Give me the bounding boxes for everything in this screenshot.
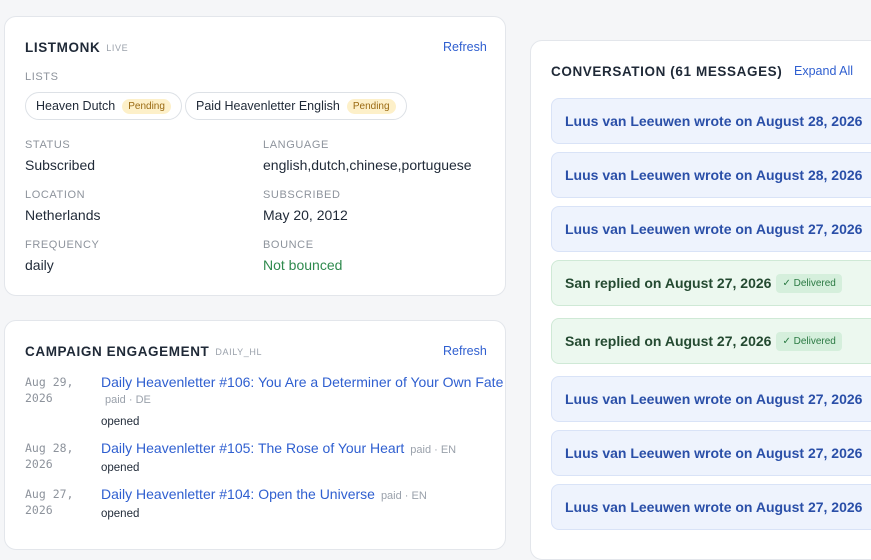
conversation-card: CONVERSATION (61 MESSAGES) Expand All Lu… xyxy=(530,40,871,560)
engagement-date-line: 2026 xyxy=(25,457,53,471)
engagement-row: Aug 28, 2026 Daily Heavenletter #105: Th… xyxy=(5,440,525,486)
message-header: Luus van Leeuwen wrote on August 27, 202… xyxy=(565,391,863,407)
listmonk-card: LISTMONK LIVE Refresh LISTS Heaven Dutch … xyxy=(4,16,506,296)
message-item[interactable]: Luus van Leeuwen wrote on August 28, 202… xyxy=(551,98,871,144)
message-header: Luus van Leeuwen wrote on August 28, 202… xyxy=(565,167,863,183)
list-chip-heaven-dutch[interactable]: Heaven Dutch Pending xyxy=(25,92,182,120)
campaign-engagement-card: CAMPAIGN ENGAGEMENT DAILY_HL Refresh Aug … xyxy=(4,320,506,550)
message-item[interactable]: Luus van Leeuwen wrote on August 27, 202… xyxy=(551,484,871,530)
expand-all-button[interactable]: Expand All xyxy=(794,64,853,78)
pending-badge: Pending xyxy=(346,98,396,114)
daily-hl-tag: DAILY_HL xyxy=(215,347,263,357)
engagement-date: Aug 28, 2026 xyxy=(25,440,95,472)
message-item[interactable]: Luus van Leeuwen wrote on August 27, 202… xyxy=(551,430,871,476)
engagement-date-line: 2026 xyxy=(25,391,53,405)
listmonk-title-text: LISTMONK xyxy=(25,40,101,55)
message-item[interactable]: Luus van Leeuwen wrote on August 28, 202… xyxy=(551,152,871,198)
lists-label: LISTS xyxy=(25,71,59,83)
subscribed-value: May 20, 2012 xyxy=(263,207,348,223)
listmonk-title: LISTMONK LIVE xyxy=(25,40,128,55)
campaign-meta: paid · DE xyxy=(105,394,151,406)
status-label: STATUS xyxy=(25,139,71,151)
campaign-link[interactable]: Daily Heavenletter #104: Open the Univer… xyxy=(101,486,375,502)
engagement-status: opened xyxy=(101,416,140,428)
bounce-value: Not bounced xyxy=(263,257,343,273)
listmonk-refresh-button[interactable]: Refresh xyxy=(443,40,487,54)
engagement-status: opened xyxy=(101,508,140,520)
engagement-date-line: Aug 29, xyxy=(25,375,74,389)
engagement-date: Aug 27, 2026 xyxy=(25,486,95,518)
campaign-link-row: Daily Heavenletter #104: Open the Univer… xyxy=(101,486,427,502)
campaign-link[interactable]: Daily Heavenletter #105: The Rose of You… xyxy=(101,440,404,456)
engagement-refresh-button[interactable]: Refresh xyxy=(443,344,487,358)
list-chip-paid-heavenletter-english[interactable]: Paid Heavenletter English Pending xyxy=(185,92,407,120)
location-value: Netherlands xyxy=(25,207,101,223)
engagement-date-line: Aug 28, xyxy=(25,441,74,455)
bounce-label: BOUNCE xyxy=(263,239,314,251)
delivered-badge: ✓ Delivered xyxy=(776,273,842,293)
engagement-date-line: Aug 27, xyxy=(25,487,74,501)
message-header: Luus van Leeuwen wrote on August 27, 202… xyxy=(565,499,863,515)
campaign-meta: paid · EN xyxy=(380,490,427,502)
frequency-value: daily xyxy=(25,257,54,273)
list-chip-label: Heaven Dutch xyxy=(36,99,116,113)
campaign-link[interactable]: Daily Heavenletter #106: You Are a Deter… xyxy=(101,374,503,390)
language-value: english,dutch,chinese,portuguese xyxy=(263,157,472,173)
engagement-row: Aug 29, 2026 Daily Heavenletter #106: Yo… xyxy=(5,374,525,428)
engagement-date: Aug 29, 2026 xyxy=(25,374,95,406)
frequency-label: FREQUENCY xyxy=(25,239,100,251)
subscribed-label: SUBSCRIBED xyxy=(263,189,341,201)
reply-item[interactable]: San replied on August 27, 2026 ✓ Deliver… xyxy=(551,318,871,364)
reply-item[interactable]: San replied on August 27, 2026 ✓ Deliver… xyxy=(551,260,871,306)
engagement-title-text: CAMPAIGN ENGAGEMENT xyxy=(25,344,210,359)
reply-header: San replied on August 27, 2026 xyxy=(565,275,772,291)
engagement-date-line: 2026 xyxy=(25,503,53,517)
engagement-status: opened xyxy=(101,462,140,474)
list-chip-label: Paid Heavenletter English xyxy=(196,99,340,113)
language-label: LANGUAGE xyxy=(263,139,329,151)
reply-header: San replied on August 27, 2026 xyxy=(565,333,772,349)
message-item[interactable]: Luus van Leeuwen wrote on August 27, 202… xyxy=(551,376,871,422)
status-value: Subscribed xyxy=(25,157,96,173)
delivered-badge: ✓ Delivered xyxy=(776,331,842,351)
message-item[interactable]: Luus van Leeuwen wrote on August 27, 202… xyxy=(551,206,871,252)
live-tag: LIVE xyxy=(106,43,129,53)
message-header: Luus van Leeuwen wrote on August 27, 202… xyxy=(565,445,863,461)
message-header: Luus van Leeuwen wrote on August 28, 202… xyxy=(565,113,863,129)
conversation-title: CONVERSATION (61 MESSAGES) xyxy=(551,64,783,79)
message-header: Luus van Leeuwen wrote on August 27, 202… xyxy=(565,221,863,237)
campaign-meta: paid · EN xyxy=(410,444,457,456)
engagement-row: Aug 27, 2026 Daily Heavenletter #104: Op… xyxy=(5,486,525,532)
pending-badge: Pending xyxy=(122,98,171,114)
campaign-link-row: Daily Heavenletter #105: The Rose of You… xyxy=(101,440,456,456)
engagement-title: CAMPAIGN ENGAGEMENT DAILY_HL xyxy=(25,344,262,359)
location-label: LOCATION xyxy=(25,189,86,201)
